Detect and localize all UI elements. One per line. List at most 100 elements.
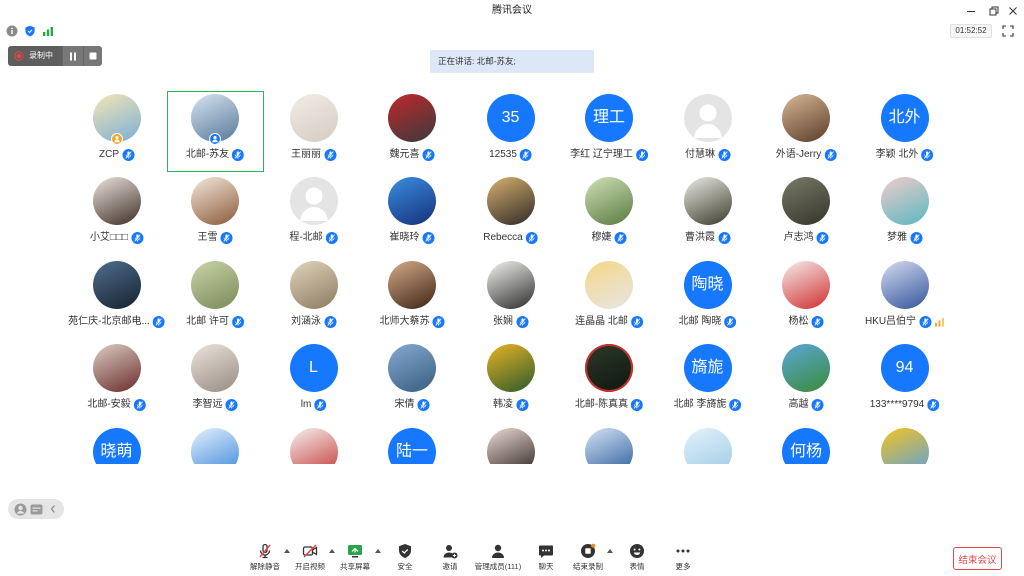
participant-tile[interactable]: 外语-Jerry: [758, 91, 855, 172]
avatar-view-icon[interactable]: [13, 502, 27, 516]
participant-tile[interactable]: 何杨: [758, 425, 855, 464]
caption-icon[interactable]: [29, 502, 43, 516]
participant-name-row: 小艾□□□: [90, 231, 144, 245]
participant-tile[interactable]: [167, 425, 264, 464]
shield-icon[interactable]: [24, 25, 36, 37]
emoji-button[interactable]: 表情: [615, 543, 659, 573]
participant-tile[interactable]: 北邮-安毅: [68, 342, 165, 423]
participant-name: 北师大蔡苏: [379, 315, 430, 327]
participant-tile[interactable]: 苑仁庆-北京邮电...: [68, 258, 165, 339]
participant-tile[interactable]: 北邮 许可: [167, 258, 264, 339]
manage-members-button[interactable]: 管理成员(111): [475, 543, 521, 573]
network-signal-icon[interactable]: [42, 25, 54, 37]
stop-icon: [89, 52, 97, 60]
participant-tile[interactable]: 北师大蔡苏: [364, 258, 461, 339]
participant-tile[interactable]: 付慧琳: [659, 91, 756, 172]
mic-muted-icon: [422, 232, 435, 244]
avatar-initials: 理工: [592, 108, 625, 126]
share-screen-label: 共享屏幕: [340, 562, 370, 571]
mic-muted-icon: [432, 315, 445, 328]
participant-tile[interactable]: 王丽丽: [265, 91, 362, 172]
participant-tile[interactable]: 北邮-苏友: [166, 91, 264, 172]
unmute-button[interactable]: 解除静音: [243, 543, 287, 573]
participant-tile[interactable]: 杨松: [758, 258, 855, 339]
participant-tile[interactable]: 陶晓 北邮 陶晓: [659, 258, 756, 339]
participant-tile[interactable]: 梦雅: [856, 175, 953, 256]
stop-recording-button[interactable]: [83, 46, 102, 66]
participant-tile[interactable]: 小艾□□□: [68, 175, 165, 256]
participant-tile[interactable]: 35 12535: [462, 91, 559, 172]
participant-tile[interactable]: [265, 425, 362, 464]
participant-tile[interactable]: 崔晓玲: [364, 175, 461, 256]
chevron-left-icon[interactable]: [46, 502, 60, 516]
start-video-button[interactable]: 开启视频: [288, 543, 332, 573]
participant-photo: [289, 427, 338, 464]
chat-button[interactable]: 聊天: [524, 543, 568, 573]
end-recording-icon: [580, 543, 596, 559]
participant-avatar: 晓萌: [92, 427, 141, 464]
default-avatar-icon: [684, 94, 732, 142]
end-meeting-button[interactable]: 结束会议: [953, 547, 1002, 570]
mic-muted-icon: [417, 399, 430, 411]
pause-icon: [69, 52, 77, 61]
participant-name: 北邮-安毅: [87, 399, 131, 410]
mic-muted-icon: [921, 148, 934, 161]
participant-photo: [782, 93, 830, 142]
chevron-up-icon[interactable]: [607, 549, 613, 553]
participant-name: 梦雅: [887, 232, 907, 243]
participant-tile[interactable]: 张娴: [462, 258, 559, 339]
participant-tile[interactable]: 理工 李红 辽宁理工: [561, 91, 658, 172]
close-icon[interactable]: [1006, 4, 1020, 18]
participant-tile[interactable]: 94 133****9794: [856, 342, 953, 423]
participant-tile[interactable]: Rebecca: [462, 175, 559, 256]
participant-tile[interactable]: 王雪: [167, 175, 264, 256]
mic-muted-icon: [811, 315, 824, 328]
participant-tile[interactable]: 陆一: [364, 425, 461, 464]
participant-tile[interactable]: 穆婕: [561, 175, 658, 256]
participant-tile[interactable]: 北邮-陈真真: [561, 342, 658, 423]
participant-tile[interactable]: 魏元喜: [364, 91, 461, 172]
self-badge-icon: [209, 132, 221, 145]
minimize-icon[interactable]: [964, 4, 978, 18]
participant-tile[interactable]: [462, 425, 559, 464]
end-recording-button[interactable]: 结束录制: [566, 543, 610, 573]
participant-tile[interactable]: 连晶晶 北邮: [561, 258, 658, 339]
more-button[interactable]: 更多: [661, 543, 705, 573]
participant-tile[interactable]: [659, 425, 756, 464]
participant-tile[interactable]: 曹洪霞: [659, 175, 756, 256]
participant-photo: [92, 93, 141, 145]
participant-tile[interactable]: 北外 李颖 北外: [856, 91, 953, 172]
participant-photo: [585, 427, 633, 464]
participant-tile[interactable]: 旖旎 北邮 李旖旎: [659, 342, 756, 423]
restore-icon[interactable]: [987, 4, 1001, 18]
participant-tile[interactable]: 刘涵泳: [265, 258, 362, 339]
participant-name-row: 133****9794: [870, 398, 940, 412]
mic-muted-icon: [257, 543, 273, 559]
invite-button[interactable]: 邀请: [428, 543, 472, 573]
participant-tile[interactable]: [856, 425, 953, 464]
participant-tile[interactable]: 李智远: [167, 342, 264, 423]
participant-tile[interactable]: HKU吕伯宁: [856, 258, 953, 339]
fullscreen-icon[interactable]: [1002, 25, 1014, 37]
info-icon[interactable]: [6, 25, 18, 37]
chevron-up-icon[interactable]: [375, 549, 381, 553]
participant-name: 北邮-陈真真: [574, 399, 629, 410]
participant-name: 李智远: [192, 399, 223, 410]
participant-tile[interactable]: 韩凌: [462, 342, 559, 423]
security-button[interactable]: 安全: [383, 543, 427, 573]
participant-tile[interactable]: 卢志鸿: [758, 175, 855, 256]
participant-photo: [486, 177, 535, 225]
participant-tile[interactable]: ZCP: [68, 91, 165, 172]
participant-name: 杨松: [788, 315, 809, 327]
participant-tile[interactable]: 宋倩: [364, 342, 461, 423]
participant-tile[interactable]: Llm: [265, 342, 362, 423]
more-label: 更多: [675, 562, 691, 571]
pause-recording-button[interactable]: [62, 46, 83, 66]
participant-name-row: 付慧琳: [685, 148, 730, 162]
participant-tile[interactable]: 程-北邮: [265, 175, 362, 256]
share-screen-button[interactable]: 共享屏幕: [333, 543, 377, 573]
participant-tile[interactable]: [561, 425, 658, 464]
participant-name-row: 穆婕: [592, 231, 627, 245]
participant-tile[interactable]: 晓萌: [68, 425, 165, 464]
participant-tile[interactable]: 高越: [758, 342, 855, 423]
